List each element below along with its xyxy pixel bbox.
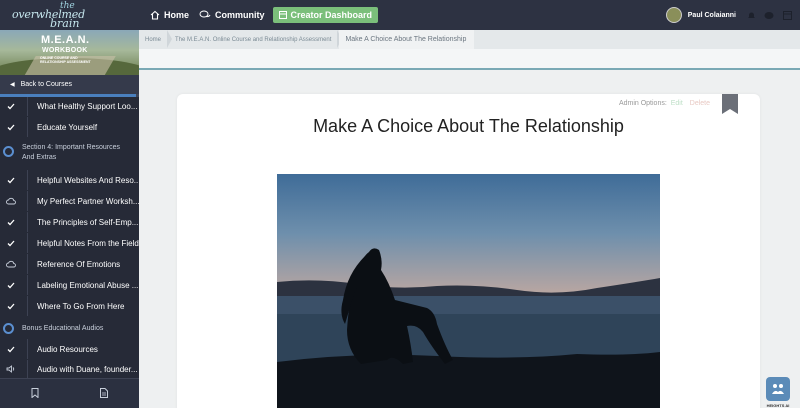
bookmark-icon[interactable] bbox=[31, 385, 39, 403]
section-header[interactable]: Bonus Educational Audios bbox=[0, 322, 139, 337]
lesson-label: Reference Of Emotions bbox=[37, 259, 121, 269]
course-banner: M.E.A.N. WORKBOOK ONLINE COURSE AND RELA… bbox=[0, 30, 139, 75]
check-icon bbox=[2, 124, 20, 131]
nav-community-label: Community bbox=[215, 10, 265, 20]
breadcrumb-course[interactable]: The M.E.A.N. Online Course and Relations… bbox=[169, 30, 343, 49]
nav-community[interactable]: Community bbox=[199, 6, 265, 24]
back-to-courses-button[interactable]: ◀ Back to Courses bbox=[0, 75, 139, 94]
course-sidebar: M.E.A.N. WORKBOOK ONLINE COURSE AND RELA… bbox=[0, 30, 139, 408]
lesson-label: Labeling Emotional Abuse ... bbox=[37, 280, 139, 290]
lesson-item[interactable]: Reference Of Emotions bbox=[0, 254, 139, 274]
check-icon bbox=[2, 103, 20, 110]
lesson-title: Make A Choice About The Relationship bbox=[313, 116, 624, 136]
banner-caption: ONLINE COURSE AND RELATIONSHIP ASSESSMEN… bbox=[40, 56, 91, 64]
grid-icon[interactable] bbox=[782, 10, 792, 20]
chat-icon bbox=[199, 10, 211, 18]
lesson-label: What Healthy Support Loo... bbox=[37, 102, 138, 111]
lesson-item[interactable]: Helpful Websites And Reso... bbox=[0, 170, 139, 190]
nav-home-label: Home bbox=[164, 10, 190, 20]
notes-icon[interactable] bbox=[100, 385, 109, 403]
banner-subtitle: WORKBOOK bbox=[42, 47, 88, 54]
bell-icon[interactable] bbox=[746, 10, 756, 20]
header-accent-line bbox=[139, 68, 800, 70]
lesson-item[interactable]: Audio with Duane, founder... bbox=[0, 360, 139, 378]
lesson-item[interactable]: What Healthy Support Loo... bbox=[0, 97, 139, 116]
lesson-label: Where To Go From Here bbox=[37, 301, 125, 311]
banner-title: M.E.A.N. bbox=[41, 34, 90, 46]
lesson-label: Helpful Websites And Reso... bbox=[37, 175, 139, 185]
user-avatar[interactable] bbox=[665, 7, 682, 23]
lesson-label: Audio with Duane, founder... bbox=[37, 364, 138, 374]
section-progress-icon bbox=[3, 146, 14, 157]
creator-dashboard-label: Creator Dashboard bbox=[290, 10, 373, 20]
admin-options: Admin Options: Edit Delete bbox=[619, 100, 710, 107]
lesson-item[interactable]: Where To Go From Here bbox=[0, 296, 139, 316]
check-icon bbox=[2, 219, 20, 226]
home-icon bbox=[150, 10, 160, 20]
lesson-list: What Healthy Support Loo... Educate Your… bbox=[0, 97, 139, 378]
lesson-item[interactable]: Helpful Notes From the Field bbox=[0, 233, 139, 253]
heights-ai-label: HEIGHTS AI bbox=[766, 403, 790, 408]
section-label: Bonus Educational Audios bbox=[22, 325, 104, 332]
breadcrumb-current: Make A Choice About The Relationship bbox=[339, 30, 475, 49]
creator-dashboard-button[interactable]: Creator Dashboard bbox=[272, 7, 379, 23]
delete-link[interactable]: Delete bbox=[690, 100, 710, 107]
lesson-item[interactable]: Educate Yourself bbox=[0, 117, 139, 137]
nav-home[interactable]: Home bbox=[150, 6, 189, 24]
lesson-label: Educate Yourself bbox=[37, 122, 98, 132]
lesson-label: My Perfect Partner Worksh... bbox=[37, 196, 139, 206]
check-icon bbox=[2, 240, 20, 247]
section-progress-icon bbox=[3, 323, 14, 334]
cloud-download-icon bbox=[2, 260, 20, 268]
sidebar-footer bbox=[0, 378, 139, 408]
lesson-item[interactable]: Labeling Emotional Abuse ... bbox=[0, 275, 139, 295]
speaker-icon bbox=[2, 365, 20, 373]
main-content: Home The M.E.A.N. Online Course and Rela… bbox=[139, 30, 800, 408]
logo-brain: brain bbox=[50, 17, 80, 30]
site-logo[interactable]: the overwhelmed brain bbox=[0, 0, 140, 30]
breadcrumb: Home The M.E.A.N. Online Course and Rela… bbox=[139, 30, 800, 49]
cloud-download-icon bbox=[2, 197, 20, 205]
lesson-image bbox=[277, 174, 660, 408]
bookmark-ribbon-icon[interactable] bbox=[722, 94, 738, 114]
lesson-item[interactable]: Audio Resources bbox=[0, 339, 139, 359]
breadcrumb-home[interactable]: Home bbox=[139, 30, 173, 49]
lesson-label: Helpful Notes From the Field bbox=[37, 238, 139, 248]
top-navigation-bar: the overwhelmed brain Home Community Cre… bbox=[0, 0, 800, 30]
check-icon bbox=[2, 346, 20, 353]
check-icon bbox=[2, 303, 20, 310]
check-icon bbox=[2, 177, 20, 184]
section-header[interactable]: Section 4: Important Resources And Extra… bbox=[0, 143, 139, 167]
check-icon bbox=[2, 282, 20, 289]
lesson-item[interactable]: My Perfect Partner Worksh... bbox=[0, 191, 139, 211]
section-label: Section 4: Important Resources And Extra… bbox=[22, 144, 121, 161]
back-to-courses-label: Back to Courses bbox=[20, 81, 72, 88]
user-name[interactable]: Paul Colaianni bbox=[688, 12, 736, 19]
edit-link[interactable]: Edit bbox=[671, 100, 683, 107]
admin-options-label: Admin Options: bbox=[618, 100, 667, 107]
heights-ai-widget[interactable]: HEIGHTS AI bbox=[765, 377, 791, 408]
lesson-label: The Principles of Self-Emp... bbox=[37, 217, 139, 227]
dashboard-icon bbox=[278, 11, 287, 19]
message-icon[interactable] bbox=[764, 10, 774, 20]
heights-ai-icon bbox=[766, 377, 790, 401]
chevron-left-icon: ◀ bbox=[10, 82, 15, 88]
lesson-label: Audio Resources bbox=[37, 344, 98, 354]
lesson-item[interactable]: The Principles of Self-Emp... bbox=[0, 212, 139, 232]
